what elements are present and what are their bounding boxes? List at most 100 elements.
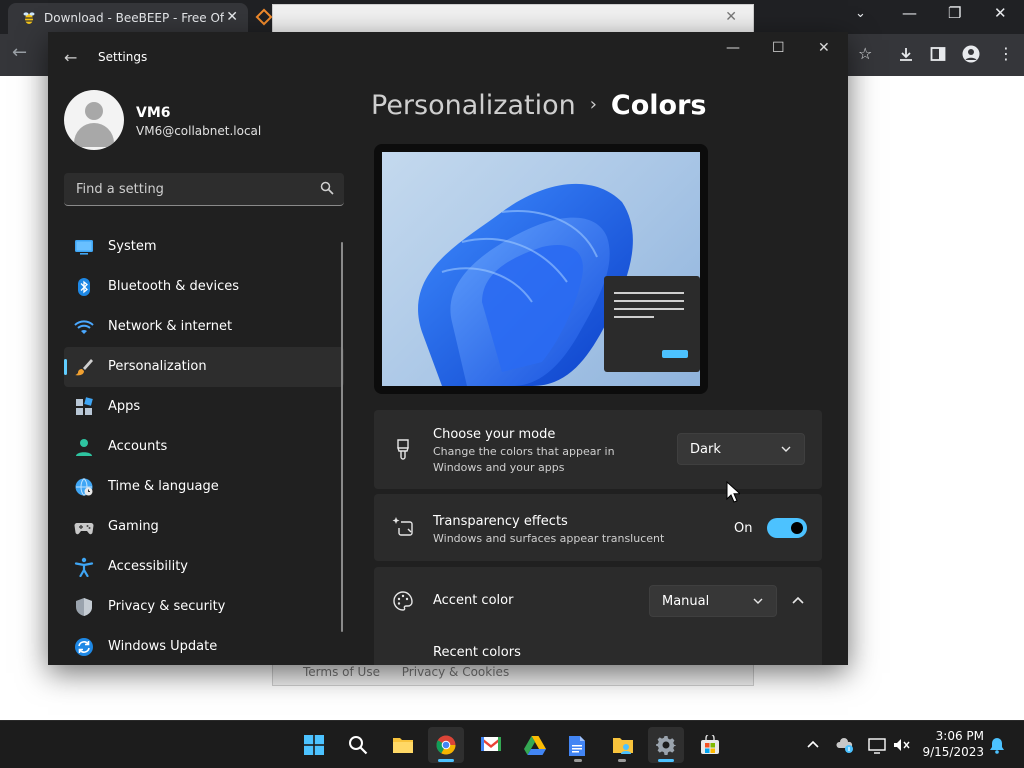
clock-time: 3:06 PM — [935, 729, 984, 743]
system-clock[interactable]: 3:06 PM 9/15/2023 — [912, 728, 984, 760]
sync-icon — [75, 638, 93, 656]
gamepad-icon — [74, 523, 94, 535]
sidebar-scrollbar[interactable] — [341, 242, 343, 632]
sidebar-item-label: Time & language — [108, 479, 219, 494]
taskbar — [0, 720, 1024, 768]
monitor-icon — [75, 240, 93, 255]
avatar-person-body — [74, 123, 114, 147]
sparkle-window-icon — [392, 517, 413, 536]
tray-chevron-up-icon[interactable] — [804, 736, 822, 754]
sidebar-item-accounts[interactable]: Accounts — [64, 427, 344, 467]
terms-of-use-link[interactable]: Terms of Use — [303, 665, 380, 679]
page-title: Colors — [610, 90, 707, 121]
taskbar-search-button[interactable] — [340, 727, 376, 763]
browser-menu-icon[interactable]: ⋮ — [998, 44, 1014, 63]
close-icon[interactable]: ✕ — [818, 40, 830, 56]
files-app-button[interactable] — [604, 727, 640, 763]
mode-title: Choose your mode — [433, 427, 556, 442]
gmail-icon — [481, 737, 501, 751]
browser-tab-second[interactable] — [252, 4, 274, 30]
chevron-down-icon — [781, 446, 791, 452]
avatar[interactable] — [64, 90, 124, 150]
transparency-toggle[interactable] — [767, 518, 807, 538]
browser-back-icon[interactable]: ← — [12, 42, 27, 63]
accent-title: Accent color — [433, 593, 514, 608]
browser-restore-icon[interactable]: ❐ — [948, 4, 961, 22]
breadcrumb: Personalization › Colors — [371, 90, 706, 121]
accent-dropdown-value: Manual — [662, 594, 710, 609]
folder-people-icon — [613, 738, 633, 754]
gear-icon — [656, 736, 676, 755]
profile-icon[interactable] — [962, 45, 980, 63]
browser-tab[interactable]: Download - BeeBEEP - Free Office ✕ — [8, 3, 248, 34]
toggle-knob — [791, 522, 803, 534]
globe-clock-icon — [75, 478, 93, 496]
onedrive-sync-icon[interactable] — [836, 736, 854, 754]
sidebar-item-privacy[interactable]: Privacy & security — [64, 587, 344, 627]
sidebar-item-bluetooth[interactable]: Bluetooth & devices — [64, 267, 344, 307]
sidebar-item-personalization[interactable]: Personalization — [64, 347, 344, 387]
browser-minimize-icon[interactable]: — — [902, 4, 917, 22]
tab-search-chevron-icon[interactable]: ⌄ — [855, 6, 866, 21]
google-docs-button[interactable] — [560, 727, 596, 763]
file-explorer-button[interactable] — [384, 727, 420, 763]
brush-icon — [75, 359, 93, 376]
breadcrumb-parent[interactable]: Personalization — [371, 90, 576, 121]
google-drive-button[interactable] — [516, 727, 552, 763]
volume-muted-icon[interactable] — [892, 736, 910, 754]
download-icon[interactable] — [898, 46, 914, 62]
chrome-taskbar-button[interactable] — [428, 727, 464, 763]
transparency-card: Transparency effects Windows and surface… — [374, 494, 822, 561]
maximize-icon[interactable]: ☐ — [772, 40, 785, 56]
sidebar-item-accessibility[interactable]: Accessibility — [64, 547, 344, 587]
search-input[interactable] — [74, 180, 304, 198]
background-footer-links: Terms of Use Privacy & Cookies — [303, 665, 527, 679]
search-icon[interactable] — [320, 181, 334, 195]
background-dialog-close-icon[interactable]: ✕ — [725, 9, 737, 25]
transparency-description: Windows and surfaces appear translucent — [433, 532, 665, 545]
bee-favicon-icon — [23, 12, 35, 24]
sidebar-item-gaming[interactable]: Gaming — [64, 507, 344, 547]
privacy-cookies-link[interactable]: Privacy & Cookies — [402, 665, 509, 679]
network-monitor-icon[interactable] — [868, 736, 886, 754]
sidebar-item-apps[interactable]: Apps — [64, 387, 344, 427]
shield-icon — [76, 598, 92, 616]
back-arrow-icon[interactable]: ← — [64, 48, 84, 68]
sidebar-item-label: Bluetooth & devices — [108, 279, 239, 294]
accent-dropdown[interactable]: Manual — [649, 585, 777, 617]
mode-dropdown-value: Dark — [690, 442, 721, 457]
sidebar-item-time-language[interactable]: Time & language — [64, 467, 344, 507]
wifi-icon — [74, 320, 94, 334]
mode-dropdown[interactable]: Dark — [677, 433, 805, 465]
bluetooth-icon — [78, 278, 90, 296]
sidebar-item-label: System — [108, 239, 157, 254]
preview-line — [614, 308, 684, 310]
transparency-title: Transparency effects — [433, 514, 568, 529]
notification-bell-icon[interactable] — [988, 736, 1006, 754]
chevron-up-icon[interactable] — [786, 589, 810, 613]
sidebar-item-label: Apps — [108, 399, 141, 414]
sidebar-item-label: Network & internet — [108, 319, 233, 334]
settings-taskbar-button[interactable] — [648, 727, 684, 763]
minimize-icon[interactable]: — — [726, 40, 740, 56]
sidebar-item-windows-update[interactable]: Windows Update — [64, 627, 344, 665]
browser-close-icon[interactable]: ✕ — [994, 4, 1007, 22]
sidebar-item-network[interactable]: Network & internet — [64, 307, 344, 347]
settings-window: ← Settings — ☐ ✕ VM6 VM6@collabnet.local… — [48, 32, 848, 665]
preview-mini-window — [604, 276, 700, 372]
sidebar-item-label: Accounts — [108, 439, 168, 454]
running-indicator — [438, 759, 454, 762]
store-button[interactable] — [692, 727, 728, 763]
sidebar-item-system[interactable]: System — [64, 227, 344, 267]
bookmark-star-icon[interactable]: ☆ — [858, 44, 872, 63]
theme-preview — [374, 144, 708, 394]
windows-logo-icon — [304, 735, 324, 755]
search-box[interactable] — [64, 173, 344, 206]
start-button[interactable] — [296, 727, 332, 763]
close-tab-icon[interactable]: ✕ — [226, 9, 238, 25]
side-panel-icon[interactable] — [930, 46, 946, 62]
gmail-button[interactable] — [472, 727, 508, 763]
preview-line — [614, 300, 684, 302]
running-indicator — [574, 759, 582, 762]
wallpaper-preview — [382, 152, 700, 386]
